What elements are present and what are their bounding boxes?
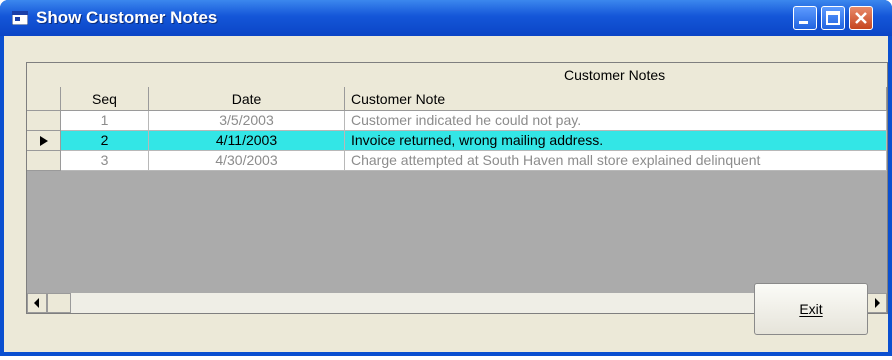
header-row-selector (27, 87, 61, 111)
grid-caption: Customer Notes (27, 63, 887, 88)
arrow-left-icon (34, 298, 39, 308)
scroll-right-button[interactable] (867, 293, 887, 313)
column-header-customer-note[interactable]: Customer Note (345, 87, 887, 111)
exit-button-label: Exit (799, 301, 823, 317)
scroll-thumb[interactable] (47, 293, 71, 313)
maximize-button[interactable] (821, 6, 845, 30)
client-area: Customer Notes Seq Date Customer Note 1 … (4, 36, 888, 352)
cell-note[interactable]: Customer indicated he could not pay. (345, 111, 887, 131)
table-row[interactable]: 1 3/5/2003 Customer indicated he could n… (27, 111, 887, 131)
table-row[interactable]: 3 4/30/2003 Charge attempted at South Ha… (27, 151, 887, 171)
close-button[interactable] (849, 6, 873, 30)
scroll-left-button[interactable] (27, 293, 47, 313)
row-selector[interactable] (27, 131, 61, 151)
cell-date[interactable]: 3/5/2003 (149, 111, 345, 131)
minimize-icon (799, 21, 808, 24)
cell-note[interactable]: Invoice returned, wrong mailing address. (345, 131, 887, 151)
table-row-selected[interactable]: 2 4/11/2003 Invoice returned, wrong mail… (27, 131, 887, 151)
app-icon (12, 11, 28, 25)
window-title: Show Customer Notes (36, 8, 218, 27)
column-header-date[interactable]: Date (149, 87, 345, 111)
row-selector[interactable] (27, 111, 61, 131)
cell-note[interactable]: Charge attempted at South Haven mall sto… (345, 151, 887, 171)
current-row-pointer-icon (40, 136, 48, 146)
cell-seq[interactable]: 3 (61, 151, 149, 171)
minimize-button[interactable] (793, 6, 817, 30)
maximize-icon (826, 11, 840, 25)
cell-seq[interactable]: 2 (61, 131, 149, 151)
row-selector[interactable] (27, 151, 61, 171)
customer-notes-grid[interactable]: Customer Notes Seq Date Customer Note 1 … (26, 62, 888, 314)
cell-date[interactable]: 4/11/2003 (149, 131, 345, 151)
exit-button[interactable]: Exit (754, 283, 868, 335)
cell-date[interactable]: 4/30/2003 (149, 151, 345, 171)
column-header-seq[interactable]: Seq (61, 87, 149, 111)
grid-caption-text: Customer Notes (564, 67, 666, 83)
title-bar[interactable]: Show Customer Notes (0, 0, 892, 36)
customer-notes-window: Show Customer Notes Customer Notes Seq D… (0, 0, 892, 356)
close-icon (855, 12, 867, 24)
arrow-right-icon (875, 298, 880, 308)
cell-seq[interactable]: 1 (61, 111, 149, 131)
